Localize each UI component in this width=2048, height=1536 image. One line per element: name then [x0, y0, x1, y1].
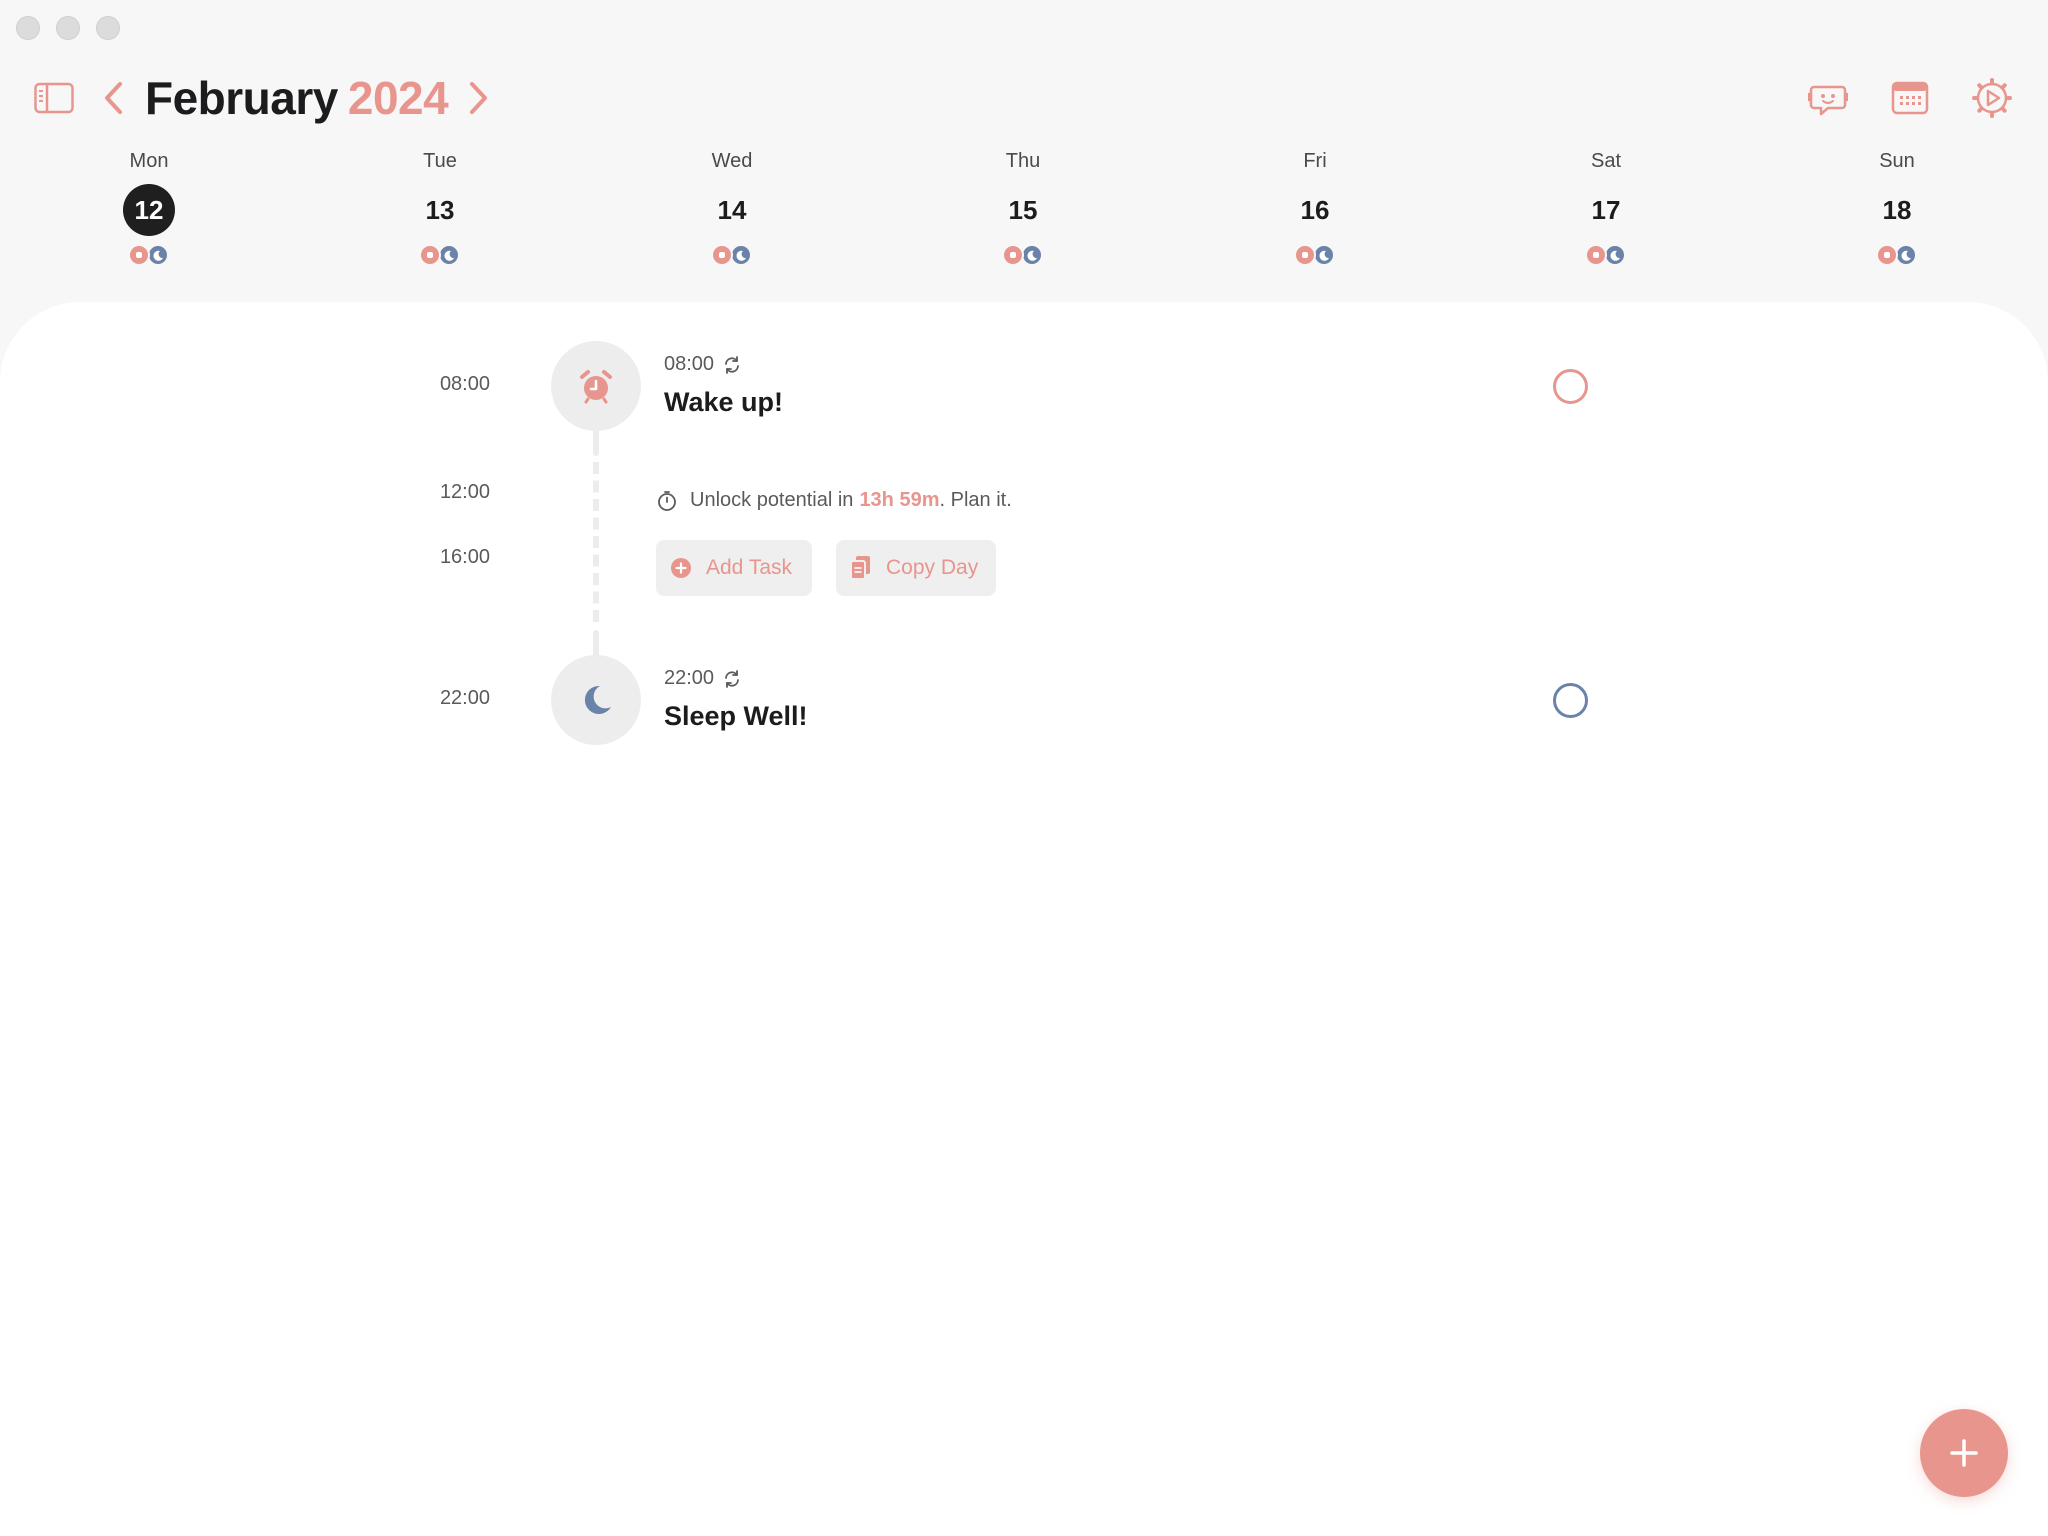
hint-prefix: Unlock potential in	[690, 489, 854, 511]
stopwatch-icon	[658, 490, 676, 511]
sleep-indicator-icon	[730, 244, 752, 266]
copy-day-label: Copy Day	[886, 556, 979, 579]
sleep-indicator-icon	[1021, 244, 1043, 266]
copy-document-icon	[850, 556, 870, 580]
sleep-indicator-icon	[1895, 244, 1917, 266]
plus-icon	[1950, 1439, 1978, 1467]
free-time-hint: Unlock potential in 13h 59m. Plan it.	[656, 489, 1012, 512]
zoom-window-button[interactable]	[96, 16, 120, 40]
day-name: Sat	[1590, 150, 1622, 172]
day-column-sun[interactable]: Sun 18	[1837, 148, 1957, 268]
day-number: 17	[1591, 195, 1621, 225]
day-task-indicators	[710, 244, 754, 268]
day-number: 12	[123, 184, 175, 236]
day-task-indicators	[418, 244, 462, 268]
calendar-button[interactable]	[1890, 78, 1930, 118]
day-number: 16	[1300, 195, 1330, 225]
day-task-indicators	[1584, 244, 1628, 268]
wake-task-complete-checkbox[interactable]	[1553, 369, 1588, 404]
alarm-clock-icon	[580, 370, 612, 404]
day-column-sat[interactable]: Sat 17	[1546, 148, 1666, 268]
sidebar-icon	[34, 82, 74, 114]
minimize-window-button[interactable]	[56, 16, 80, 40]
hint-suffix: . Plan it.	[939, 489, 1012, 511]
assistant-button[interactable]	[1807, 78, 1849, 118]
chevron-left-icon	[105, 82, 122, 114]
day-column-wed[interactable]: Wed 14	[672, 148, 792, 268]
sleep-task-time: 22:00	[664, 667, 715, 689]
year-label: 2024	[347, 72, 449, 124]
sidebar-toggle-button[interactable]	[34, 82, 74, 114]
day-timeline-panel	[0, 302, 2048, 1536]
calendar-icon	[1891, 81, 1929, 115]
gear-icon	[1972, 78, 2012, 118]
day-column-thu[interactable]: Thu 15	[963, 148, 1083, 268]
chevron-right-icon	[470, 82, 487, 114]
day-name: Wed	[711, 150, 753, 172]
moon-icon	[584, 685, 611, 714]
day-task-indicators	[127, 244, 171, 268]
time-label: 08:00	[439, 373, 490, 395]
timeline-dashed-line	[593, 462, 599, 622]
day-name: Tue	[423, 150, 457, 172]
day-number: 15	[1008, 195, 1038, 225]
hint-duration: 13h 59m	[859, 489, 940, 511]
wake-indicator-icon	[1876, 244, 1898, 266]
wake-indicator-icon	[711, 244, 733, 266]
close-window-button[interactable]	[16, 16, 40, 40]
wake-indicator-icon	[1002, 244, 1024, 266]
repeat-icon	[725, 669, 739, 688]
page-title: February 2024	[145, 71, 449, 125]
month-label: February	[145, 72, 338, 124]
sleep-indicator-icon	[147, 244, 169, 266]
timeline-line	[593, 630, 599, 658]
sleep-task-meta: 22:00	[664, 667, 742, 690]
day-task-indicators	[1001, 244, 1045, 268]
sleep-task-complete-checkbox[interactable]	[1553, 683, 1588, 718]
settings-button[interactable]	[1972, 78, 2012, 118]
day-number: 18	[1882, 195, 1912, 225]
time-label: 12:00	[439, 481, 490, 503]
week-strip: Mon 12 Tue 13 Wed 14 Thu 15 Fri 16 Sat 1…	[0, 148, 2048, 278]
window-controls	[16, 16, 120, 40]
sleep-task-title[interactable]: Sleep Well!	[664, 701, 808, 732]
sleep-indicator-icon	[1313, 244, 1335, 266]
previous-week-button[interactable]	[100, 80, 128, 116]
add-task-button[interactable]: Add Task	[656, 540, 812, 596]
day-name: Sun	[1879, 150, 1915, 172]
day-task-indicators	[1293, 244, 1337, 268]
timeline-line	[593, 428, 599, 456]
copy-day-button[interactable]: Copy Day	[836, 540, 996, 596]
day-column-tue[interactable]: Tue 13	[380, 148, 500, 268]
day-name: Mon	[129, 150, 169, 172]
plus-circle-icon	[671, 558, 691, 578]
header: February 2024	[0, 66, 2048, 130]
day-number: 13	[425, 195, 455, 225]
sleep-task-icon-badge[interactable]	[551, 655, 641, 745]
chat-robot-icon	[1807, 85, 1849, 116]
wake-indicator-icon	[1294, 244, 1316, 266]
add-task-label: Add Task	[706, 556, 792, 579]
wake-indicator-icon	[128, 244, 150, 266]
sleep-indicator-icon	[1604, 244, 1626, 266]
sleep-indicator-icon	[438, 244, 460, 266]
day-name: Thu	[1005, 150, 1041, 172]
day-name: Fri	[1303, 150, 1327, 172]
repeat-icon	[725, 355, 739, 374]
day-column-mon[interactable]: Mon 12	[89, 148, 209, 268]
day-task-indicators	[1875, 244, 1919, 268]
wake-indicator-icon	[419, 244, 441, 266]
wake-task-icon-badge[interactable]	[551, 341, 641, 431]
add-floating-button[interactable]	[1920, 1409, 2008, 1497]
wake-task-time: 08:00	[664, 353, 715, 375]
wake-task-title[interactable]: Wake up!	[664, 387, 783, 418]
time-label: 16:00	[439, 546, 490, 568]
wake-task-meta: 08:00	[664, 353, 742, 376]
next-week-button[interactable]	[464, 80, 492, 116]
day-column-fri[interactable]: Fri 16	[1255, 148, 1375, 268]
wake-indicator-icon	[1585, 244, 1607, 266]
time-label: 22:00	[439, 687, 490, 709]
day-number: 14	[717, 195, 747, 225]
